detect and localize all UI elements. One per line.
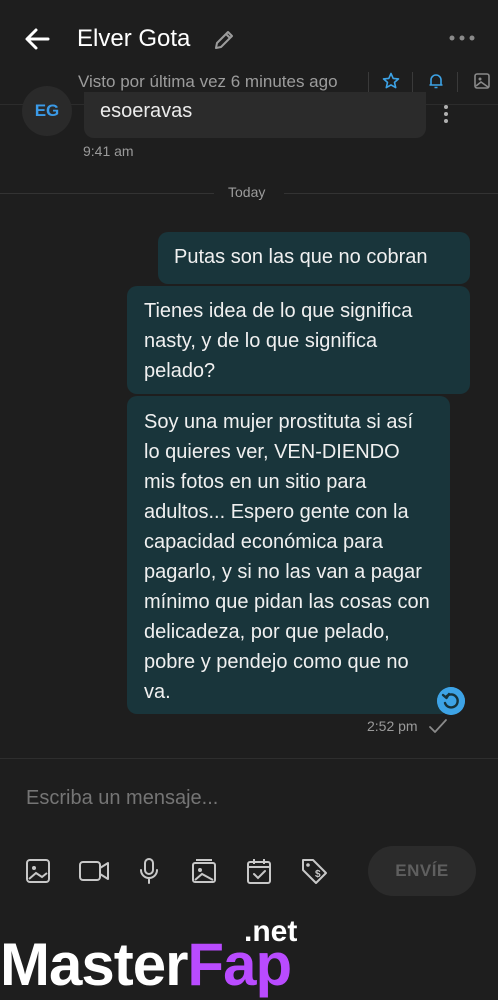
- avatar[interactable]: EG: [22, 86, 72, 136]
- last-seen-status: Visto por última vez 6 minutes ago: [78, 72, 338, 91]
- received-message-time: 9:41 am: [83, 143, 134, 159]
- sent-message-bubble[interactable]: Tienes idea de lo que significa nasty, y…: [127, 286, 470, 394]
- svg-text:$: $: [315, 869, 321, 880]
- price-tag-icon[interactable]: $: [300, 857, 328, 885]
- retry-icon[interactable]: [437, 687, 465, 715]
- bell-icon[interactable]: [427, 72, 445, 90]
- header-separator: [412, 72, 413, 92]
- header-separator: [457, 72, 458, 92]
- image-icon[interactable]: [473, 72, 491, 90]
- calendar-check-icon[interactable]: [245, 857, 273, 885]
- microphone-icon[interactable]: [135, 857, 163, 885]
- sent-message-bubble[interactable]: Soy una mujer prostituta si así lo quier…: [127, 396, 450, 714]
- watermark-net: .net: [244, 915, 298, 948]
- message-menu-icon[interactable]: [440, 104, 452, 124]
- video-icon[interactable]: [78, 857, 110, 885]
- star-icon[interactable]: [382, 72, 400, 90]
- send-button[interactable]: ENVÍE: [368, 846, 476, 896]
- back-arrow-icon[interactable]: [22, 24, 52, 54]
- sent-message-bubble[interactable]: Putas son las que no cobran: [158, 232, 470, 284]
- divider-line: [0, 193, 214, 194]
- gallery-icon[interactable]: [190, 857, 218, 885]
- header-separator: [368, 72, 369, 92]
- day-divider-label: Today: [228, 184, 266, 200]
- check-icon: [429, 719, 447, 733]
- divider-line: [284, 193, 498, 194]
- contact-name[interactable]: Elver Gota: [77, 25, 190, 53]
- received-message-text: esoeravas: [100, 100, 193, 122]
- image-attach-icon[interactable]: [24, 857, 52, 885]
- composer-divider: [0, 758, 498, 759]
- pencil-edit-icon[interactable]: [212, 28, 236, 52]
- message-input[interactable]: [24, 786, 468, 811]
- sent-message-time: 2:52 pm: [367, 718, 418, 734]
- more-options-icon[interactable]: [448, 30, 476, 46]
